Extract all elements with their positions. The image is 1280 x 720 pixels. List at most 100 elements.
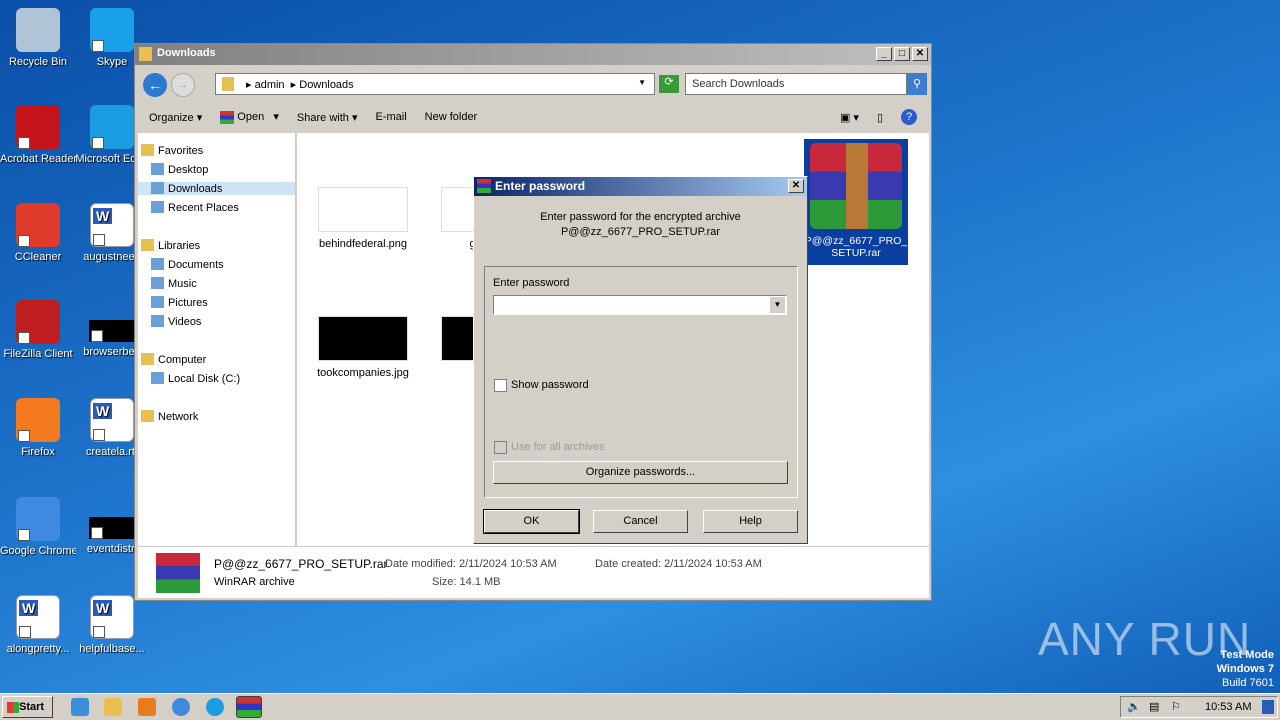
desktop-icon[interactable]: alongpretty... [0, 595, 76, 655]
desktop-icon[interactable]: Acrobat Reader DC [0, 105, 76, 165]
start-button[interactable]: Start [2, 696, 53, 718]
maximize-button[interactable]: □ [894, 47, 910, 61]
nav-item-icon [151, 277, 164, 289]
nav-item[interactable]: Desktop [151, 163, 208, 176]
app-icon [90, 203, 134, 247]
organize-passwords-button[interactable]: Organize passwords... [493, 461, 788, 484]
navigation-pane: Favorites Desktop Downloads Recent Places Li… [138, 133, 296, 546]
app-icon [16, 8, 60, 52]
winrar-archive-icon [156, 553, 200, 593]
refresh-button[interactable]: ⟳ [659, 75, 679, 93]
clock[interactable]: 10:53 AM [1205, 701, 1251, 713]
image-thumbnail [318, 316, 408, 361]
shortcut-arrow-icon [92, 40, 104, 52]
breadcrumb-downloads[interactable]: Downloads [299, 79, 353, 91]
password-input[interactable]: ▼ [493, 295, 787, 315]
desktop-icon[interactable]: CCleaner [0, 203, 76, 263]
search-input[interactable]: Search Downloads [685, 73, 907, 95]
app-icon [16, 398, 60, 442]
app-icon [90, 105, 134, 149]
file-item[interactable]: behindfederal.png [313, 187, 413, 250]
nav-item-icon [151, 315, 164, 327]
nav-item-icon [151, 372, 164, 384]
nav-item[interactable]: Recent Places [151, 201, 239, 214]
detail-type: WinRAR archive [214, 576, 295, 588]
address-bar[interactable]: ▸ admin ▸ Downloads ▼ [215, 73, 655, 95]
nav-item[interactable]: Local Disk (C:) [151, 372, 240, 385]
media-player-icon[interactable] [138, 698, 156, 716]
nav-item[interactable]: Pictures [151, 296, 208, 309]
window-title: Downloads [157, 47, 216, 59]
open-button[interactable]: Open ▾ [220, 110, 279, 124]
ie-icon[interactable] [71, 698, 89, 716]
chevron-down-icon[interactable]: ▼ [638, 78, 646, 87]
organize-button[interactable]: Organize ▾ [149, 111, 202, 124]
file-item[interactable]: tookcompanies.jpg [313, 316, 413, 379]
nav-item[interactable]: Videos [151, 315, 201, 328]
share-with-button[interactable]: Share with ▾ [297, 111, 358, 124]
desktop-icon[interactable]: FileZilla Client [0, 300, 76, 360]
winrar-icon [477, 179, 491, 193]
nav-item-icon [141, 144, 154, 156]
volume-icon[interactable]: 🔈 [1127, 700, 1141, 713]
desktop-icon[interactable]: Firefox [0, 398, 76, 458]
command-bar: Organize ▾ Open ▾ Share with ▾ E-mail Ne… [135, 102, 931, 132]
show-desktop-icon[interactable] [1262, 700, 1274, 714]
search-icon[interactable]: ⚲ [907, 73, 927, 95]
winrar-taskbar-icon[interactable] [236, 696, 262, 718]
breadcrumb-admin[interactable]: admin [255, 79, 285, 91]
explorer-icon[interactable] [104, 698, 122, 716]
system-tray: 🔈 ▤ ⚐ 10:53 AM [1120, 696, 1278, 718]
desktop-icon[interactable]: helpfulbase... [74, 595, 150, 655]
chevron-down-icon[interactable]: ▼ [770, 297, 785, 313]
dialog-titlebar[interactable]: Enter password ✕ [474, 177, 807, 196]
explorer-titlebar[interactable]: Downloads _ □ ✕ [135, 44, 931, 65]
chrome-icon[interactable] [172, 698, 190, 716]
forward-button[interactable]: → [171, 73, 195, 97]
app-icon [16, 595, 60, 639]
password-label: Enter password [493, 277, 570, 289]
ok-button[interactable]: OK [483, 509, 580, 534]
nav-item[interactable]: Network [141, 410, 198, 423]
nav-item-icon [141, 239, 154, 251]
help-button[interactable]: Help [703, 510, 798, 533]
use-for-all-checkbox [494, 441, 507, 454]
shortcut-arrow-icon [93, 626, 105, 638]
desktop-icon[interactable]: Recycle Bin [0, 8, 76, 68]
views-icon[interactable]: ▣ ▾ [840, 111, 859, 124]
password-dialog: Enter password ✕ Enter password for the … [473, 176, 808, 544]
file-item-selected[interactable]: P@@zz_6677_PRO_SETUP.rar [804, 139, 908, 265]
nav-item[interactable]: Downloads [138, 182, 295, 195]
back-button[interactable]: ← [143, 73, 167, 97]
nav-item[interactable]: Documents [151, 258, 224, 271]
nav-item-icon [141, 353, 154, 365]
new-folder-button[interactable]: New folder [425, 111, 478, 123]
close-button[interactable]: ✕ [912, 47, 928, 61]
detail-name: P@@zz_6677_PRO_SETUP.rar [214, 557, 388, 571]
test-mode-text: Test Mode Windows 7 Build 7601 [1216, 649, 1274, 689]
desktop-icon-label: alongpretty... [6, 643, 70, 655]
network-icon[interactable]: ▤ [1149, 700, 1159, 713]
minimize-button[interactable]: _ [876, 47, 892, 61]
show-password-checkbox[interactable] [494, 379, 507, 392]
nav-item[interactable]: Computer [141, 353, 206, 366]
shortcut-arrow-icon [18, 332, 30, 344]
help-icon[interactable]: ? [901, 109, 917, 125]
edge-icon[interactable] [206, 698, 224, 716]
desktop-icon[interactable]: Google Chrome [0, 497, 76, 557]
dialog-close-button[interactable]: ✕ [788, 179, 804, 193]
shortcut-arrow-icon [93, 234, 105, 246]
shortcut-arrow-icon [92, 137, 104, 149]
shortcut-arrow-icon [91, 527, 103, 539]
detail-created: Date created: 2/11/2024 10:53 AM [595, 558, 762, 570]
nav-item[interactable]: Libraries [141, 239, 200, 252]
cancel-button[interactable]: Cancel [593, 510, 688, 533]
email-button[interactable]: E-mail [375, 111, 406, 123]
use-for-all-label: Use for all archives [511, 441, 605, 453]
show-password-label[interactable]: Show password [511, 379, 589, 391]
nav-item[interactable]: Music [151, 277, 197, 290]
preview-pane-icon[interactable]: ▯ [877, 111, 883, 124]
shortcut-arrow-icon [18, 430, 30, 442]
action-center-flag-icon[interactable]: ⚐ [1171, 700, 1181, 713]
nav-item[interactable]: Favorites [141, 144, 203, 157]
